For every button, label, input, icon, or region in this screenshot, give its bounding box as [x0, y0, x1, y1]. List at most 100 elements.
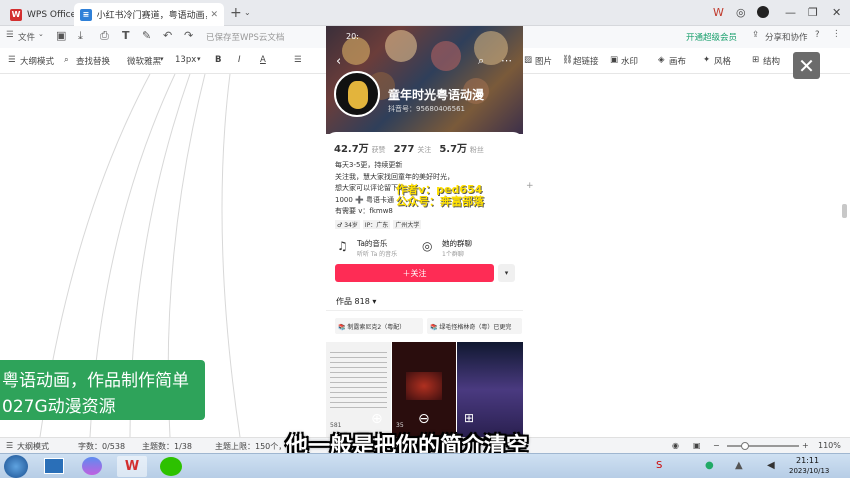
outline-icon[interactable]: ☰ — [8, 55, 16, 65]
style-button[interactable]: 风格 — [714, 55, 731, 67]
close-window-icon[interactable]: ✕ — [832, 6, 841, 19]
stat-following[interactable]: 277 关注 — [394, 144, 432, 155]
search-icon[interactable]: ⌕ — [478, 54, 484, 68]
help-icon[interactable]: ? — [815, 30, 820, 40]
collection-chip[interactable]: 📚 制露索尼克2（粤配） — [335, 318, 423, 334]
music-entry[interactable]: ♫ Ta的音乐 听听 Ta 的音乐 — [335, 236, 417, 260]
canvas-icon[interactable]: ◈ — [658, 55, 665, 65]
upgrade-link[interactable]: 开通超级会员 — [686, 31, 737, 43]
app-icon[interactable] — [82, 457, 102, 475]
document-icon: ≡ — [80, 8, 92, 21]
layout-icon[interactable]: ▣ — [693, 441, 701, 450]
align-icon[interactable]: ☰ — [294, 55, 302, 65]
avatar[interactable] — [757, 6, 769, 18]
structure-button[interactable]: 结构 — [763, 55, 780, 67]
italic-icon[interactable]: I — [238, 55, 241, 65]
font-select[interactable]: 微软雅黑 — [127, 55, 161, 67]
tab-wps-office[interactable]: W WPS Office — [4, 3, 82, 26]
stat-likes[interactable]: 42.7万 获赞 — [334, 140, 386, 155]
search-icon[interactable]: ⌕ — [64, 55, 69, 65]
outline-icon[interactable]: ☰ — [6, 441, 13, 450]
image-icon[interactable]: ▨ — [524, 55, 532, 65]
bold-icon[interactable]: B — [215, 55, 221, 65]
profile-panel: 42.7万 获赞 277 关注 5.7万 粉丝 每天3-5更，持续更新 关注我，… — [326, 132, 523, 342]
chevron-down-icon: ⌄ — [38, 30, 44, 38]
close-tab-icon[interactable]: ✕ — [210, 10, 218, 20]
menu-icon[interactable]: ☰ — [6, 30, 14, 40]
restore-icon[interactable]: ❐ — [808, 6, 818, 19]
wps-taskbar-icon[interactable]: W — [117, 456, 147, 477]
add-node-icon[interactable]: + — [526, 181, 534, 191]
profile-avatar[interactable] — [334, 71, 380, 117]
watermark-icon[interactable]: ▣ — [610, 55, 618, 65]
follow-button[interactable]: ＋关注 — [335, 264, 494, 282]
start-button[interactable] — [4, 455, 28, 478]
format-painter-icon[interactable]: T — [122, 29, 130, 42]
save-icon[interactable]: ▣ — [56, 29, 66, 42]
profile-account-id: 抖音号：95680406561 — [388, 105, 465, 113]
volume-icon[interactable]: ◀ — [767, 460, 775, 471]
clock-time: 21:11 — [796, 456, 820, 465]
topic-node[interactable]: 粤语动画，作品制作简单 027G动漫资源 — [0, 360, 205, 420]
zoom-in-icon[interactable]: ⊕ — [371, 411, 383, 427]
tray-icon[interactable]: ▲ — [735, 460, 743, 471]
tray-icon[interactable]: S — [656, 460, 662, 471]
collection-chip[interactable]: 📚 绿毛怪格林奇（粤）已更完 — [427, 318, 522, 334]
wechat-icon[interactable] — [160, 457, 182, 476]
find-replace-button[interactable]: 查找替换 — [76, 55, 110, 67]
profile-name: 童年时光粤语动漫 — [388, 88, 485, 102]
tab-bar: W WPS Office ≡ 小红书冷门赛道，粤语动画，作品... ✕ + ⌄ … — [0, 0, 850, 26]
tab-document[interactable]: ≡ 小红书冷门赛道，粤语动画，作品... ✕ — [74, 3, 224, 26]
more-icon[interactable]: ⋮ — [832, 29, 841, 39]
close-viewer-button[interactable]: ✕ — [793, 52, 820, 79]
link-icon[interactable]: ⛓ — [562, 55, 573, 65]
canvas-button[interactable]: 画布 — [669, 55, 686, 67]
stat-followers[interactable]: 5.7万 粉丝 — [439, 140, 484, 155]
share-icon[interactable]: ⇪ — [752, 30, 759, 40]
more-dropdown[interactable]: ▾ — [498, 264, 515, 282]
mode-status[interactable]: 大纲模式 — [17, 441, 49, 452]
saved-status: 已保存至WPS云文档 — [206, 33, 285, 43]
export-icon[interactable]: ⤓ — [78, 29, 83, 43]
topic-limit: 主题上限：150个，... — [215, 442, 294, 451]
zoom-slider[interactable] — [727, 442, 799, 450]
new-tab-icon[interactable]: + — [230, 5, 242, 21]
image-button[interactable]: 图片 — [535, 55, 552, 67]
redo-icon[interactable]: ↷ — [184, 29, 193, 42]
zoom-level: 110% — [818, 441, 841, 450]
watermark-button[interactable]: 水印 — [621, 55, 638, 67]
outline-mode-button[interactable]: 大纲模式 — [20, 55, 54, 67]
style-icon[interactable]: ✦ — [703, 55, 710, 65]
taskbar: W S ● ▲ ◀ 21:11 2023/10/13 — [0, 453, 850, 478]
topic-line-1: 粤语动画，作品制作简单 — [2, 371, 189, 391]
scrollbar-thumb[interactable] — [842, 204, 847, 218]
fit-icon[interactable]: ⊞ — [464, 411, 474, 425]
zoom-out-icon[interactable]: ⊖ — [418, 411, 430, 427]
pen-icon[interactable]: ✎ — [142, 29, 151, 42]
clock-date: 2023/10/13 — [789, 467, 830, 475]
text-color-icon[interactable]: A — [260, 55, 266, 65]
print-icon[interactable]: ⎙ — [100, 29, 109, 43]
zoom-minus-icon[interactable]: − — [713, 441, 720, 450]
link-button[interactable]: 超链接 — [573, 55, 599, 67]
cube-icon[interactable]: ◎ — [736, 6, 746, 19]
reading-icon[interactable]: ◉ — [672, 441, 679, 450]
tab-label: WPS Office — [27, 9, 77, 20]
minimize-icon[interactable]: — — [785, 6, 796, 19]
tray-wechat-icon[interactable]: ● — [705, 460, 714, 471]
tab-label: 小红书冷门赛道，粤语动画，作品... — [96, 11, 208, 21]
more-icon[interactable]: ⋯ — [501, 54, 512, 67]
wps-logo-icon: W — [10, 8, 22, 21]
share-button[interactable]: 分享和协作 — [765, 31, 808, 43]
zoom-plus-icon[interactable]: + — [802, 441, 809, 450]
structure-icon[interactable]: ⊞ — [752, 55, 759, 65]
undo-icon[interactable]: ↶ — [163, 29, 172, 42]
desktop-app-icon[interactable] — [44, 458, 64, 474]
font-size-select[interactable]: 13px — [175, 55, 196, 65]
back-icon[interactable]: ‹ — [336, 54, 341, 69]
music-icon: ♫ — [337, 239, 348, 253]
file-menu[interactable]: 文件 — [18, 31, 35, 43]
works-tab[interactable]: 作品 818 ▾ — [336, 296, 376, 307]
chevron-down-icon[interactable]: ⌄ — [244, 8, 251, 17]
group-chat-entry[interactable]: ◎ 她的群聊 1个群聊 — [420, 236, 510, 260]
